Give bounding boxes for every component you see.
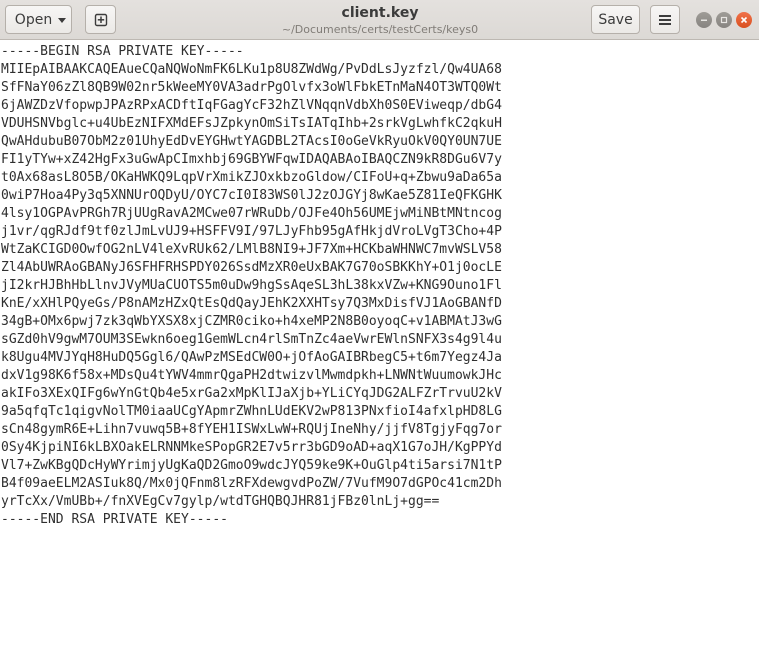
close-icon xyxy=(740,16,748,24)
text-line[interactable]: FI1yTYw+xZ42HgFx3uGwApCImxhbj69GBYWFqwID… xyxy=(1,151,502,169)
text-line[interactable]: MIIEpAIBAAKCAQEAueCQaNQWoNmFK6LKu1p8U8ZW… xyxy=(1,61,502,79)
document-text[interactable]: -----BEGIN RSA PRIVATE KEY----- MIIEpAIBA… xyxy=(1,43,502,529)
text-editor-window: Open client.key ~/Documents/certs/testCe… xyxy=(0,0,759,648)
minimize-icon xyxy=(701,19,707,21)
text-line[interactable]: 34gB+OMx6pwj7zk3qWbYXSX8xjCZMR0ciko+h4xe… xyxy=(1,313,502,331)
file-path-subtitle: ~/Documents/certs/testCerts/keys0 xyxy=(281,23,479,36)
text-editor-area[interactable]: -----BEGIN RSA PRIVATE KEY----- MIIEpAIBA… xyxy=(0,41,759,648)
close-button[interactable] xyxy=(736,12,752,28)
text-line[interactable]: WtZaKCIGD0OwfOG2nLV4leXvRUk62/LMlB8NI9+J… xyxy=(1,241,502,259)
text-line[interactable]: yrTcXx/VmUBb+/fnXVEgCv7gylp/wtdTGHQBQJHR… xyxy=(1,493,502,511)
new-document-button[interactable] xyxy=(85,5,116,34)
text-line[interactable]: jI2krHJBhHbLlnvJVyMUaCUOTS5m0uDw9hgSsAqe… xyxy=(1,277,502,295)
text-line[interactable]: KnE/xXHlPQyeGs/P8nAMzHZxQtEsQdQayJEhK2XX… xyxy=(1,295,502,313)
title-area: client.key ~/Documents/certs/testCerts/k… xyxy=(260,4,500,37)
text-line[interactable]: 0wiP7Hoa4Py3q5XNNUrOQDyU/OYC7cI0I83WS0lJ… xyxy=(1,187,502,205)
text-line[interactable]: 4lsy1OGPAvPRGh7RjUUgRavA2MCwe07rWRuDb/OJ… xyxy=(1,205,502,223)
text-line[interactable]: k8Ugu4MVJYqH8HuDQ5Ggl6/QAwPzMSEdCW0O+jOf… xyxy=(1,349,502,367)
hamburger-menu-icon xyxy=(659,14,671,25)
window-title: client.key xyxy=(341,5,419,21)
minimize-button[interactable] xyxy=(696,12,712,28)
text-line[interactable]: dxV1g98K6f58x+MDsQu4tYWV4mmrQgaPH2dtwizv… xyxy=(1,367,502,385)
save-button[interactable]: Save xyxy=(591,5,640,34)
text-line[interactable]: QwAHdubuB07ObM2z01UhyEdDvEYGHwtYAGDBL2TA… xyxy=(1,133,502,151)
headerbar: Open client.key ~/Documents/certs/testCe… xyxy=(0,0,759,40)
maximize-button[interactable] xyxy=(716,12,732,28)
text-line[interactable]: 6jAWZDzVfopwpJPAzRPxACDftIqFGagYcF32hZlV… xyxy=(1,97,502,115)
new-document-icon xyxy=(94,13,107,26)
text-line[interactable]: sGZd0hV9gwM7OUM3SEwkn6oeg1GemWLcn4rlSmTn… xyxy=(1,331,502,349)
text-line[interactable]: B4f09aeELM2ASIuk8Q/Mx0jQFnm8lzRFXdewgvdP… xyxy=(1,475,502,493)
chevron-down-icon xyxy=(58,17,67,23)
open-button[interactable]: Open xyxy=(5,5,72,34)
text-line[interactable]: Vl7+ZwKBgQDcHyWYrimjyUgKaQD2GmoO9wdcJYQ5… xyxy=(1,457,502,475)
maximize-icon xyxy=(720,16,728,24)
text-line[interactable]: sCn48gymR6E+Lihn7vuwq5B+8fYEH1ISWxLwW+RQ… xyxy=(1,421,502,439)
text-line[interactable]: SfFNaY06zZl8QB9W02nr5kWeeMY0VA3adrPgOlvf… xyxy=(1,79,502,97)
text-line[interactable]: VDUHSNVbglc+u4UbEzNIFXMdEFsJZpkynOmSiTsI… xyxy=(1,115,502,133)
open-button-label: Open xyxy=(14,11,53,28)
text-line[interactable]: Zl4AbUWRAoGBANyJ6SFHFRHSPDY026SsdMzXR0eU… xyxy=(1,259,502,277)
text-line[interactable]: akIFo3XExQIFg6wYnGtQb4e5xrGa2xMpKlIJaXjb… xyxy=(1,385,502,403)
text-line[interactable]: j1vr/qgRJdf9tf0zlJmLvUJ9+HSFFV9I/97LJyFh… xyxy=(1,223,502,241)
text-line[interactable]: -----BEGIN RSA PRIVATE KEY----- xyxy=(1,43,502,61)
menu-button[interactable] xyxy=(650,5,680,34)
text-line[interactable]: -----END RSA PRIVATE KEY----- xyxy=(1,511,502,529)
text-line[interactable]: t0Ax68asL8O5B/OKaHWKQ9LqpVrXmikZJOxkbzoG… xyxy=(1,169,502,187)
text-line[interactable]: 0Sy4KjpiNI6kLBXOakELRNNMkeSPopGR2E7v5rr3… xyxy=(1,439,502,457)
text-line[interactable]: 9a5qfqTc1qigvNolTM0iaaUCgYApmrZWhnLUdEKV… xyxy=(1,403,502,421)
